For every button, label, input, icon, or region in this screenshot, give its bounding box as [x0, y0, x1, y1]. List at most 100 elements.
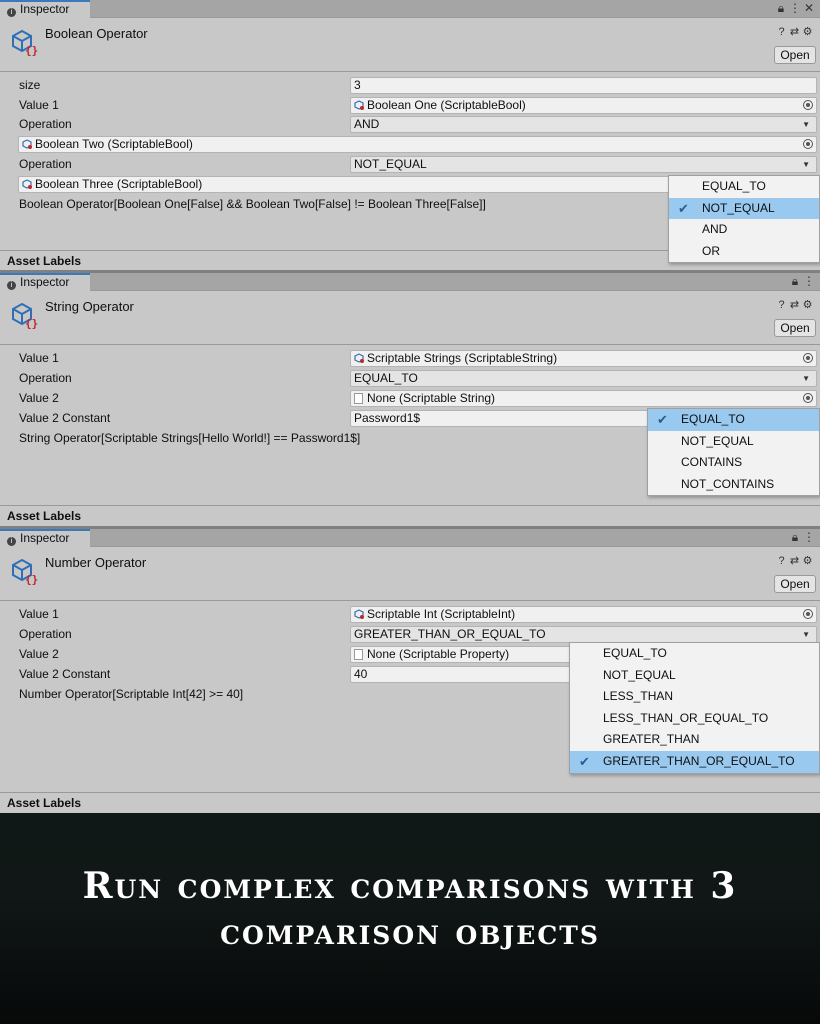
- object-picker-icon[interactable]: [803, 609, 813, 619]
- chevron-down-icon: ▼: [802, 374, 810, 383]
- gear-icon[interactable]: ⚙: [801, 25, 814, 38]
- tab-label: Inspector: [20, 275, 70, 289]
- inspector-header: {} Number Operator ? ⇄ ⚙ Open: [0, 547, 820, 601]
- size-input[interactable]: 3: [350, 77, 817, 94]
- lock-icon[interactable]: 🔒︎: [774, 1, 788, 16]
- menu-item-not-equal[interactable]: NOT_EQUAL: [570, 665, 819, 687]
- inspector-header: {} String Operator ? ⇄ ⚙ Open: [0, 291, 820, 345]
- property-row-value-2: Value 2 None (Scriptable String): [0, 388, 820, 408]
- property-label: Operation: [19, 117, 72, 131]
- menu-icon[interactable]: ⋮: [802, 274, 816, 288]
- open-button[interactable]: Open: [774, 46, 816, 64]
- checkmark-icon: ✔: [678, 200, 689, 216]
- menu-item-not-equal[interactable]: ✔ NOT_EQUAL: [669, 197, 819, 220]
- menu-item-not-contains[interactable]: NOT_CONTAINS: [648, 474, 819, 496]
- chevron-down-icon: ▼: [802, 120, 810, 129]
- tab-bar: i Inspector 🔒︎ ⋮: [0, 273, 820, 292]
- property-label: Value 1: [19, 98, 59, 112]
- open-button[interactable]: Open: [774, 319, 816, 337]
- property-label: Operation: [19, 627, 72, 641]
- asset-title: Boolean Operator: [45, 26, 148, 41]
- operation-dropdown[interactable]: GREATER_THAN_OR_EQUAL_TO ▼: [350, 626, 817, 643]
- menu-item-greater-than[interactable]: GREATER_THAN: [570, 729, 819, 751]
- menu-item-or[interactable]: OR: [669, 241, 819, 263]
- object-picker-icon[interactable]: [803, 100, 813, 110]
- object-field-value-1[interactable]: Boolean One (ScriptableBool): [350, 97, 817, 114]
- scriptable-object-icon: [22, 179, 32, 189]
- object-field-value-1[interactable]: Scriptable Int (ScriptableInt): [350, 606, 817, 623]
- result-text: Number Operator[Scriptable Int[42] >= 40…: [19, 687, 244, 701]
- inspector-panel-number: i Inspector 🔒︎ ⋮ {} Number Operator ? ⇄ ⚙ Op…: [0, 529, 820, 813]
- preset-icon[interactable]: ⇄: [788, 298, 801, 311]
- property-label: Value 2: [19, 647, 59, 661]
- property-row-size: size 3: [0, 75, 820, 95]
- preset-icon[interactable]: ⇄: [788, 25, 801, 38]
- help-icon[interactable]: ?: [775, 26, 788, 38]
- object-picker-icon[interactable]: [803, 393, 813, 403]
- inspector-header: {} Boolean Operator ? ⇄ ⚙ Open: [0, 18, 820, 72]
- property-label: size: [19, 78, 41, 92]
- tab-label: Inspector: [20, 2, 70, 16]
- property-label: Value 1: [19, 351, 59, 365]
- lock-icon[interactable]: 🔒︎: [788, 530, 802, 545]
- chevron-down-icon: ▼: [802, 160, 810, 169]
- close-icon[interactable]: ✕: [802, 1, 816, 15]
- object-field-value-1[interactable]: Scriptable Strings (ScriptableString): [350, 350, 817, 367]
- scriptable-object-icon: {}: [12, 302, 38, 330]
- property-row-value-2: Boolean Two (ScriptableBool): [0, 134, 820, 154]
- operation-dropdown[interactable]: NOT_EQUAL ▼: [350, 156, 817, 173]
- menu-item-equal-to[interactable]: EQUAL_TO: [669, 176, 819, 198]
- tab-inspector[interactable]: i Inspector: [0, 529, 90, 548]
- menu-item-equal-to[interactable]: EQUAL_TO: [570, 643, 819, 665]
- property-row-value-1: Value 1 Boolean One (ScriptableBool): [0, 95, 820, 115]
- object-field-value-2[interactable]: None (Scriptable String): [350, 390, 817, 407]
- object-field-value-2[interactable]: Boolean Two (ScriptableBool): [18, 136, 817, 153]
- help-icon[interactable]: ?: [775, 555, 788, 567]
- property-label: Operation: [19, 371, 72, 385]
- menu-item-and[interactable]: AND: [669, 219, 819, 241]
- menu-item-less-than[interactable]: LESS_THAN: [570, 686, 819, 708]
- property-row-value-1: Value 1 Scriptable Strings (ScriptableSt…: [0, 348, 820, 368]
- gear-icon[interactable]: ⚙: [801, 298, 814, 311]
- document-icon: [354, 649, 363, 660]
- checkmark-icon: ✔: [657, 412, 668, 427]
- menu-item-equal-to[interactable]: ✔ EQUAL_TO: [648, 409, 819, 431]
- menu-icon[interactable]: ⋮: [788, 1, 802, 15]
- info-icon: i: [7, 537, 16, 546]
- tab-bar: i Inspector 🔒︎ ⋮: [0, 529, 820, 548]
- gear-icon[interactable]: ⚙: [801, 554, 814, 567]
- operation-dropdown-menu: EQUAL_TO ✔ NOT_EQUAL AND OR: [668, 175, 820, 264]
- scriptable-object-icon: {}: [12, 29, 38, 57]
- menu-item-contains[interactable]: CONTAINS: [648, 452, 819, 474]
- lock-icon[interactable]: 🔒︎: [788, 274, 802, 289]
- help-icon[interactable]: ?: [775, 299, 788, 311]
- scriptable-object-icon: [354, 353, 364, 363]
- menu-item-less-than-or-equal-to[interactable]: LESS_THAN_OR_EQUAL_TO: [570, 708, 819, 730]
- menu-icon[interactable]: ⋮: [802, 530, 816, 544]
- preset-icon[interactable]: ⇄: [788, 554, 801, 567]
- tab-inspector[interactable]: i Inspector: [0, 273, 90, 292]
- property-label: Value 1: [19, 607, 59, 621]
- object-picker-icon[interactable]: [803, 139, 813, 149]
- asset-labels-bar[interactable]: Asset Labels: [0, 792, 820, 813]
- document-icon: [354, 393, 363, 404]
- svg-text:{}: {}: [25, 573, 38, 586]
- asset-title: String Operator: [45, 299, 134, 314]
- operation-dropdown-menu: ✔ EQUAL_TO NOT_EQUAL CONTAINS NOT_CONTAIN…: [647, 408, 820, 497]
- property-label: Operation: [19, 157, 72, 171]
- tab-bar: i Inspector 🔒︎ ⋮ ✕: [0, 0, 820, 19]
- menu-item-not-equal[interactable]: NOT_EQUAL: [648, 431, 819, 453]
- info-icon: i: [7, 281, 16, 290]
- operation-dropdown[interactable]: AND ▼: [350, 116, 817, 133]
- asset-labels-bar[interactable]: Asset Labels: [0, 505, 820, 526]
- menu-item-greater-than-or-equal-to[interactable]: ✔ GREATER_THAN_OR_EQUAL_TO: [570, 750, 819, 773]
- result-text: String Operator[Scriptable Strings[Hello…: [19, 431, 361, 445]
- property-row-value-1: Value 1 Scriptable Int (ScriptableInt): [0, 604, 820, 624]
- open-button[interactable]: Open: [774, 575, 816, 593]
- result-text: Boolean Operator[Boolean One[False] && B…: [19, 197, 486, 211]
- operation-dropdown[interactable]: EQUAL_TO ▼: [350, 370, 817, 387]
- operation-dropdown-menu: EQUAL_TO NOT_EQUAL LESS_THAN LESS_THAN_O…: [569, 642, 820, 774]
- banner-caption: Run complex comparisons with 3 compariso…: [0, 863, 820, 955]
- tab-inspector[interactable]: i Inspector: [0, 0, 90, 19]
- object-picker-icon[interactable]: [803, 353, 813, 363]
